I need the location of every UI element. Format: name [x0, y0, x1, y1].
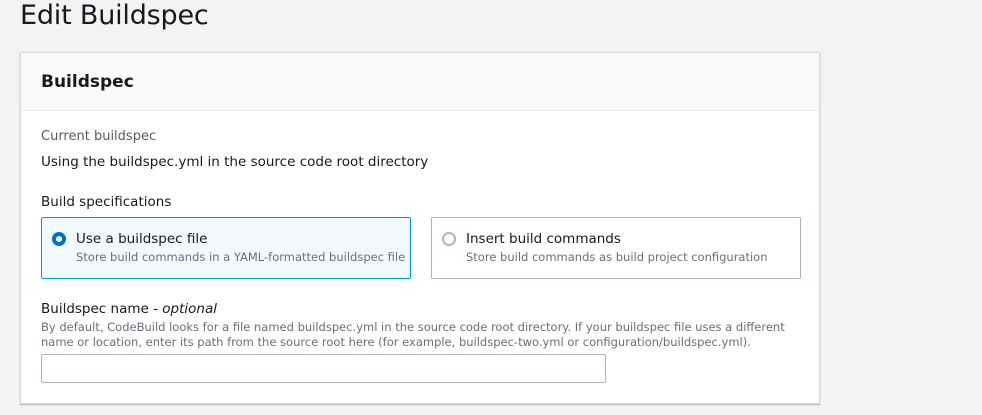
- current-buildspec-value: Using the buildspec.yml in the source co…: [41, 154, 429, 170]
- optional-tag: optional: [162, 301, 217, 317]
- panel-title: Buildspec: [41, 72, 134, 92]
- radio-unselected-icon[interactable]: [442, 232, 456, 246]
- buildspec-panel: Buildspec Current buildspec Using the bu…: [20, 52, 820, 404]
- option-description: Store build commands as build project co…: [466, 250, 768, 264]
- buildspec-name-label-text: Buildspec name -: [41, 301, 163, 317]
- radio-selected-icon[interactable]: [52, 232, 66, 246]
- panel-header: Buildspec: [21, 53, 819, 111]
- build-specifications-label: Build specifications: [41, 194, 172, 210]
- option-use-buildspec-file[interactable]: Use a buildspec file Store build command…: [41, 217, 411, 279]
- buildspec-name-description: By default, CodeBuild looks for a file n…: [41, 320, 785, 349]
- buildspec-name-label: Buildspec name - optional: [41, 301, 217, 317]
- current-buildspec-label: Current buildspec: [41, 129, 157, 144]
- buildspec-name-input[interactable]: [41, 354, 606, 383]
- page-title: Edit Buildspec: [20, 0, 209, 31]
- option-title: Use a buildspec file: [76, 231, 208, 247]
- option-title: Insert build commands: [466, 231, 621, 247]
- option-description: Store build commands in a YAML-formatted…: [76, 250, 406, 264]
- option-insert-build-commands[interactable]: Insert build commands Store build comman…: [431, 217, 801, 279]
